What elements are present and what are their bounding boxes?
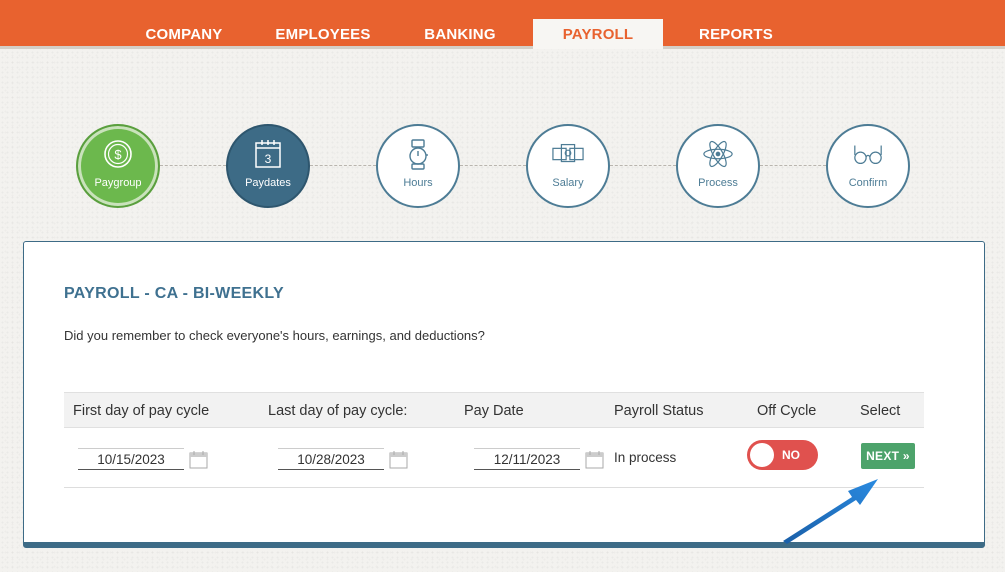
toggle-knob [750, 443, 774, 467]
next-button[interactable]: NEXT » [861, 443, 915, 469]
step-hours[interactable]: Hours [376, 124, 460, 208]
calendar-day: 3 [265, 152, 272, 166]
card-question: Did you remember to check everyone's hou… [64, 328, 485, 343]
calendar-icon: 3 [252, 138, 284, 170]
step-connector [310, 165, 376, 166]
step-confirm[interactable]: Confirm [826, 124, 910, 208]
atom-icon [702, 138, 734, 170]
stopwatch-icon [402, 138, 434, 170]
payroll-card: PAYROLL - CA - BI-WEEKLY Did you remembe… [23, 241, 985, 548]
step-connector [460, 165, 526, 166]
tab-employees[interactable]: EMPLOYEES [262, 19, 384, 49]
tab-payroll[interactable]: PAYROLL [533, 19, 663, 49]
off-cycle-toggle[interactable]: NO [747, 440, 818, 470]
step-label: Paygroup [94, 177, 142, 189]
step-label: Process [698, 177, 738, 189]
step-paydates[interactable]: 3 Paydates [226, 124, 310, 208]
step-connector [610, 165, 676, 166]
step-label: Hours [403, 177, 433, 189]
step-salary[interactable]: Salary [526, 124, 610, 208]
step-process[interactable]: Process [676, 124, 760, 208]
step-connector [760, 165, 826, 166]
row-divider [64, 487, 924, 488]
step-label: Salary [552, 177, 584, 189]
glasses-icon [852, 138, 884, 170]
step-label: Paydates [245, 177, 291, 189]
header-payroll-status: Payroll Status [614, 403, 704, 419]
calendar-icon[interactable] [189, 450, 208, 469]
money-bills-icon [552, 138, 584, 170]
table-header: First day of pay cycle Last day of pay c… [64, 392, 924, 428]
svg-text:$: $ [114, 147, 122, 162]
calendar-icon[interactable] [389, 450, 408, 469]
pay-date-input[interactable] [474, 448, 580, 470]
top-nav: COMPANY EMPLOYEES BANKING PAYROLL REPORT… [0, 0, 1005, 49]
tab-reports[interactable]: REPORTS [686, 19, 786, 49]
step-paygroup[interactable]: $ Paygroup [76, 124, 160, 208]
toggle-label: NO [782, 448, 800, 462]
header-first-day: First day of pay cycle [73, 403, 210, 419]
calendar-icon[interactable] [585, 450, 604, 469]
first-day-input[interactable] [78, 448, 184, 470]
dollar-coin-icon: $ [102, 138, 134, 170]
tab-company[interactable]: COMPANY [128, 19, 240, 49]
tab-banking[interactable]: BANKING [408, 19, 512, 49]
header-off-cycle: Off Cycle [757, 403, 817, 419]
step-label: Confirm [848, 177, 888, 189]
header-pay-date: Pay Date [464, 403, 524, 419]
card-title: PAYROLL - CA - BI-WEEKLY [64, 285, 284, 302]
last-day-input[interactable] [278, 448, 384, 470]
header-select: Select [860, 403, 901, 419]
payroll-status: In process [614, 450, 677, 465]
step-connector [160, 165, 226, 166]
header-last-day: Last day of pay cycle: [268, 403, 408, 419]
